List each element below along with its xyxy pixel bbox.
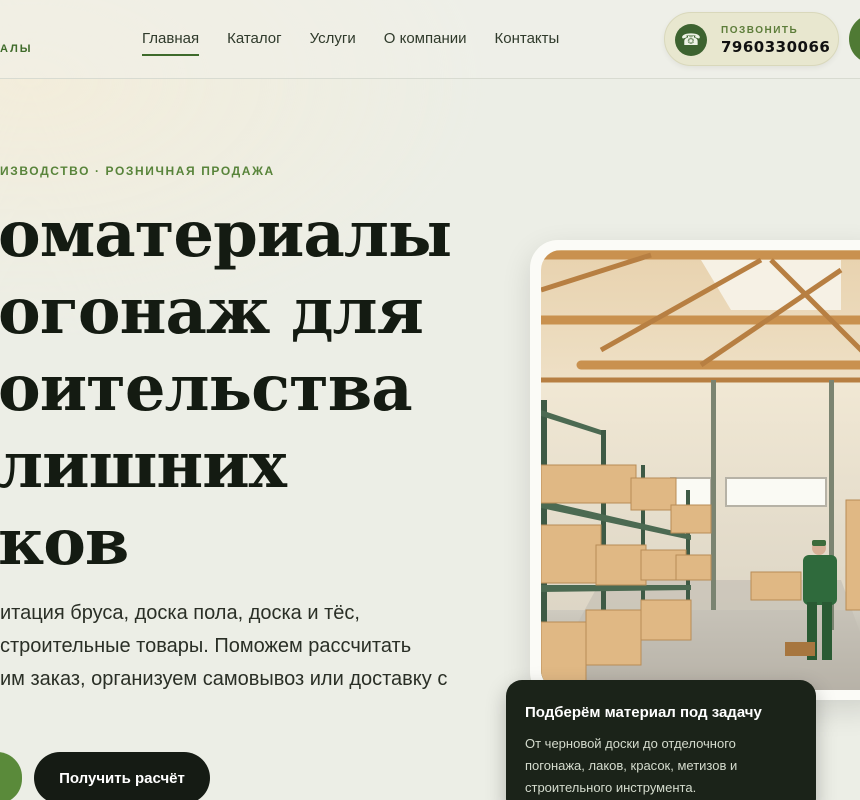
nav-item-services[interactable]: Услуги [310,30,356,56]
info-card-text-line: погонажа, лаков, красок, метизов и [525,758,738,773]
info-card-text-line: От черновой доски до отделочного [525,736,736,751]
hero-eyebrow: ИЗВОДСТВО · РОЗНИЧНАЯ ПРОДАЖА [0,164,275,178]
hero-description-line: строительные товары. Поможем рассчитать [0,635,412,657]
hero-description-line: итация бруса, доска пола, доска и тёс, [0,602,360,624]
nav-item-contacts[interactable]: Контакты [495,30,560,56]
hero-primary-button[interactable] [0,752,22,800]
info-card-text: От черновой доски до отделочного погонаж… [525,733,805,799]
info-card-text-line: строительного инструмента. [525,780,697,795]
info-card-title: Подберём материал под задачу [525,704,762,721]
hero-title-line: огонаж для [0,274,424,349]
call-button[interactable]: ☎ ПОЗВОНИТЬ 7960330066 [664,12,839,66]
phone-icon: ☎ [675,24,707,56]
hero-title-line: оительства [0,351,413,426]
site-header: АЛЫ Главная Каталог Услуги О компании Ко… [0,0,860,79]
hero-description-line: им заказ, организуем самовывоз или доста… [0,668,448,690]
hero-title-line: лишних [0,428,287,503]
nav-item-home[interactable]: Главная [142,30,200,56]
nav-item-catalog[interactable]: Каталог [227,30,282,56]
get-estimate-button[interactable]: Получить расчёт [34,752,210,800]
logo-text[interactable]: АЛЫ [0,43,33,55]
call-phone-number: 7960330066 [721,38,831,56]
header-action-button[interactable] [849,14,860,64]
hero-title-line: оматериалы [0,197,452,272]
call-label: ПОЗВОНИТЬ [721,25,799,36]
info-card: Подберём материал под задачу От черновой… [506,680,816,800]
hero-description: итация бруса, доска пола, доска и тёс, с… [0,597,500,696]
hero-title: оматериалы огонаж для оительства лишних … [0,196,518,581]
main-nav: Главная Каталог Услуги О компании Контак… [142,30,587,56]
nav-item-about[interactable]: О компании [384,30,467,56]
hero-title-line: ков [0,505,129,580]
warehouse-photo [541,250,860,690]
